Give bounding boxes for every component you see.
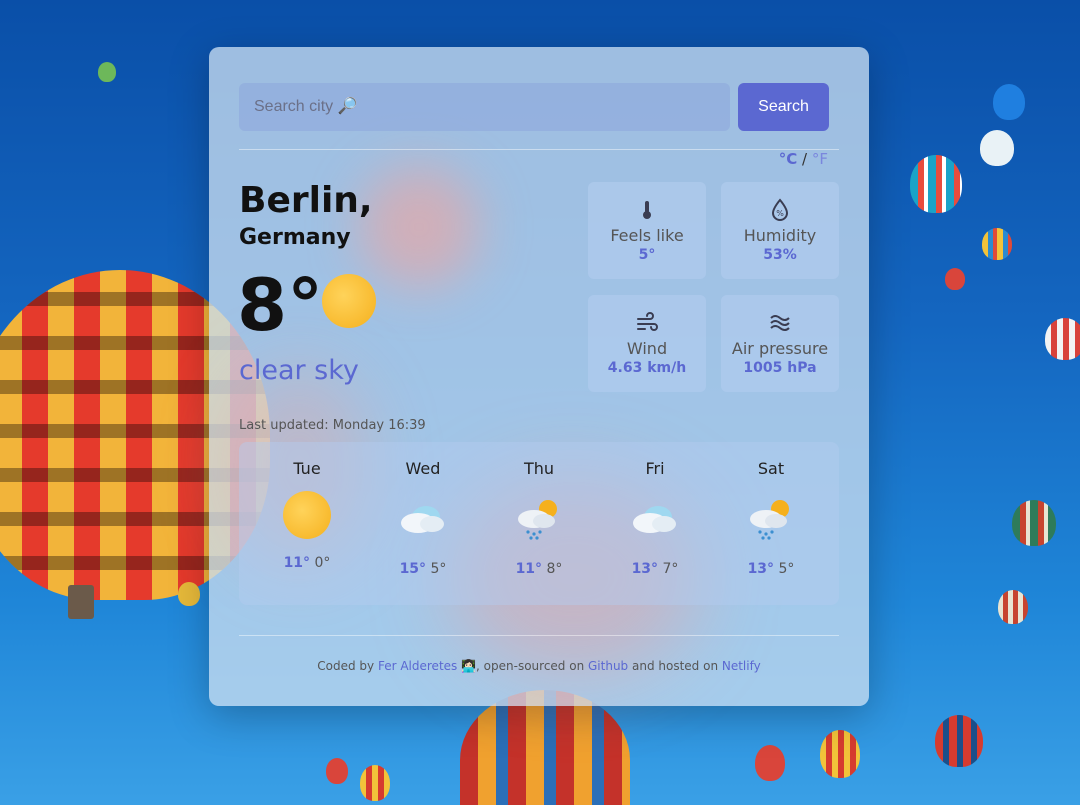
forecast-day: Wed 15° 5° (365, 442, 481, 605)
forecast-temps: 15° 5° (365, 561, 481, 577)
search-form: Search (239, 83, 839, 131)
forecast-high: 13° (747, 561, 775, 577)
forecast-temps: 13° 5° (713, 561, 829, 577)
search-button[interactable]: Search (738, 83, 829, 131)
unit-toggle: °C / °F (779, 150, 828, 168)
humidity-tile: % Humidity 53% (721, 182, 839, 279)
netlify-link[interactable]: Netlify (722, 659, 761, 673)
background-balloon (993, 84, 1025, 120)
background-balloon (935, 715, 983, 767)
city-name: Berlin, (239, 180, 373, 221)
forecast-high: 11° (283, 555, 311, 571)
forecast-day-name: Tue (293, 459, 321, 478)
forecast-low: 8° (546, 561, 563, 577)
background-balloon (820, 730, 860, 778)
feels-like-tile: Feels like 5° (588, 182, 706, 279)
forecast-high: 13° (631, 561, 659, 577)
forecast-day-name: Thu (523, 459, 555, 478)
forecast-low: 0° (314, 555, 331, 571)
weather-description: clear sky (239, 355, 359, 386)
wind-tile: Wind 4.63 km/h (588, 295, 706, 392)
wind-label: Wind (626, 339, 668, 358)
thermometer-icon (643, 201, 651, 219)
wind-icon (637, 312, 658, 331)
background-balloon (755, 745, 785, 781)
background-balloon (1012, 500, 1056, 546)
background-balloon (910, 155, 962, 213)
background-balloon (360, 765, 390, 801)
forecast-temps: 11° 8° (481, 561, 597, 577)
background-balloon-basket (68, 585, 94, 619)
background-balloon (980, 130, 1014, 166)
forecast-high: 11° (515, 561, 543, 577)
forecast-panel: Tue 11° 0° Wed 15° 5° Thu 11° 8° Fri 13°… (239, 442, 839, 605)
forecast-high: 15° (399, 561, 427, 577)
svg-text:%: % (776, 209, 784, 218)
search-input[interactable] (239, 83, 730, 131)
background-balloon (98, 62, 116, 82)
fahrenheit-link[interactable]: °F (812, 150, 828, 168)
wind-value: 4.63 km/h (607, 360, 687, 376)
forecast-temps: 13° 7° (597, 561, 713, 577)
weather-card: Search °C / °F Berlin, Germany 8° clear … (209, 47, 869, 706)
background-balloon (178, 582, 200, 606)
forecast-day-name: Fri (645, 459, 665, 478)
forecast-temps: 11° 0° (249, 555, 365, 571)
footer-text: , open-sourced on (476, 659, 588, 673)
feels-like-label: Feels like (610, 226, 684, 245)
forecast-day: Thu 11° 8° (481, 442, 597, 605)
air-pressure-value: 1005 hPa (743, 360, 817, 376)
celsius-link[interactable]: °C (779, 150, 798, 168)
background-balloon (998, 590, 1028, 624)
cloud-icon (633, 506, 676, 533)
rain-sun-icon (750, 500, 789, 540)
humidity-value: 53% (763, 247, 797, 263)
background-balloon (1045, 318, 1080, 360)
background-balloon (945, 268, 965, 290)
background-balloon (982, 228, 1012, 260)
humidity-icon: % (771, 198, 789, 221)
current-temperature: 8° (237, 263, 324, 347)
feels-like-value: 5° (638, 247, 656, 263)
rain-sun-icon (518, 500, 557, 540)
forecast-day: Sat 13° 5° (713, 442, 829, 605)
air-pressure-icon (770, 315, 790, 331)
sun-icon (322, 274, 376, 328)
author-link[interactable]: Fer Alderetes (378, 659, 457, 673)
country-name: Germany (239, 225, 351, 250)
forecast-day: Fri 13° 7° (597, 442, 713, 605)
air-pressure-tile: Air pressure 1005 hPa (721, 295, 839, 392)
footer-prefix: Coded by (317, 659, 378, 673)
footer-text: and hosted on (628, 659, 722, 673)
forecast-low: 5° (430, 561, 447, 577)
cloud-icon (401, 506, 444, 533)
last-updated: Last updated: Monday 16:39 (239, 418, 426, 433)
footer-divider (239, 635, 839, 636)
background-balloon-bottom (460, 690, 630, 805)
coder-emoji: 👩🏻‍💻 (457, 659, 477, 673)
forecast-low: 5° (778, 561, 795, 577)
card-backdrop-blur (359, 167, 479, 287)
github-link[interactable]: Github (588, 659, 628, 673)
air-pressure-label: Air pressure (731, 339, 829, 358)
unit-separator: / (802, 150, 808, 168)
forecast-day: Tue 11° 0° (249, 442, 365, 605)
search-divider (239, 149, 839, 150)
forecast-day-name: Wed (405, 459, 441, 478)
footer: Coded by Fer Alderetes 👩🏻‍💻, open-source… (209, 659, 869, 673)
sun-icon (283, 491, 331, 539)
forecast-day-name: Sat (757, 459, 785, 478)
background-balloon (326, 758, 348, 784)
forecast-low: 7° (662, 561, 679, 577)
humidity-label: Humidity (743, 226, 817, 245)
